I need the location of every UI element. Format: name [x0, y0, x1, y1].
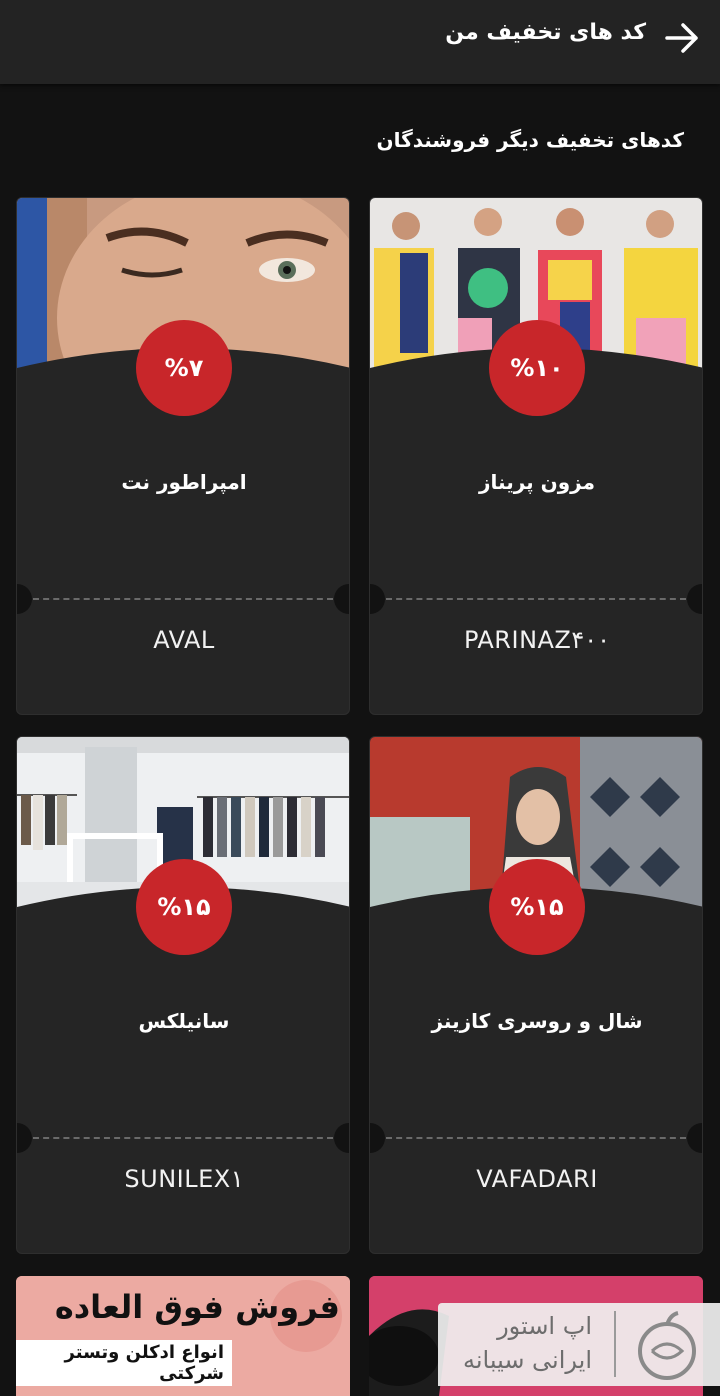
app-store-watermark: اپ استور ایرانی سیبانه [438, 1303, 720, 1386]
ticket-notch [17, 1123, 32, 1153]
back-button[interactable] [662, 18, 702, 58]
ticket-notch [687, 584, 702, 614]
dashed-divider [386, 598, 686, 600]
dashed-divider [386, 1137, 686, 1139]
discount-code[interactable]: SUNILEX۱ [17, 1165, 349, 1193]
discount-code[interactable]: AVAL [17, 626, 349, 654]
store-name: سانیلکس [138, 1009, 230, 1033]
coupon-card[interactable]: %۱۵ شال و روسری کازینز VAFADARI [369, 736, 703, 1254]
app-bar: کد های تخفیف من [0, 0, 720, 84]
ticket-notch [687, 1123, 702, 1153]
ticket-notch [370, 1123, 385, 1153]
discount-code[interactable]: PARINAZ۴۰۰ [370, 626, 702, 654]
store-name: شال و روسری کازینز [431, 1009, 643, 1033]
discount-badge: %۱۵ [489, 859, 585, 955]
apple-logo-icon [638, 1311, 696, 1380]
ticket-notch [334, 1123, 349, 1153]
watermark-separator [614, 1311, 616, 1377]
promo-card[interactable]: فروش فوق العاده انواع ادکلن وتستر شرکتی [16, 1276, 350, 1396]
store-name: امپراطور نت [121, 470, 247, 494]
watermark-line2: ایرانی سیبانه [462, 1346, 592, 1374]
ticket-notch [17, 584, 32, 614]
dashed-divider [33, 598, 333, 600]
discount-badge: %۷ [136, 320, 232, 416]
ticket-notch [370, 584, 385, 614]
discount-code[interactable]: VAFADARI [370, 1165, 702, 1193]
discount-badge: %۱۰ [489, 320, 585, 416]
section-title: کدهای تخفیف دیگر فروشندگان [376, 128, 685, 152]
watermark-line1: اپ استور [497, 1312, 592, 1340]
coupon-card[interactable]: %۷ امپراطور نت AVAL [16, 197, 350, 715]
coupon-card[interactable]: %۱۵ سانیلکس SUNILEX۱ [16, 736, 350, 1254]
arrow-right-icon [665, 23, 698, 53]
dashed-divider [33, 1137, 333, 1139]
page-title: کد های تخفیف من [445, 20, 646, 45]
store-name: مزون پریناز [479, 470, 595, 494]
coupon-card[interactable]: %۱۰ مزون پریناز PARINAZ۴۰۰ [369, 197, 703, 715]
ticket-notch [334, 584, 349, 614]
promo-headline: فروش فوق العاده [54, 1288, 340, 1326]
watermark-text: اپ استور ایرانی سیبانه [463, 1309, 592, 1377]
discount-badge: %۱۵ [136, 859, 232, 955]
promo-subline: انواع ادکلن وتستر شرکتی [16, 1340, 232, 1386]
